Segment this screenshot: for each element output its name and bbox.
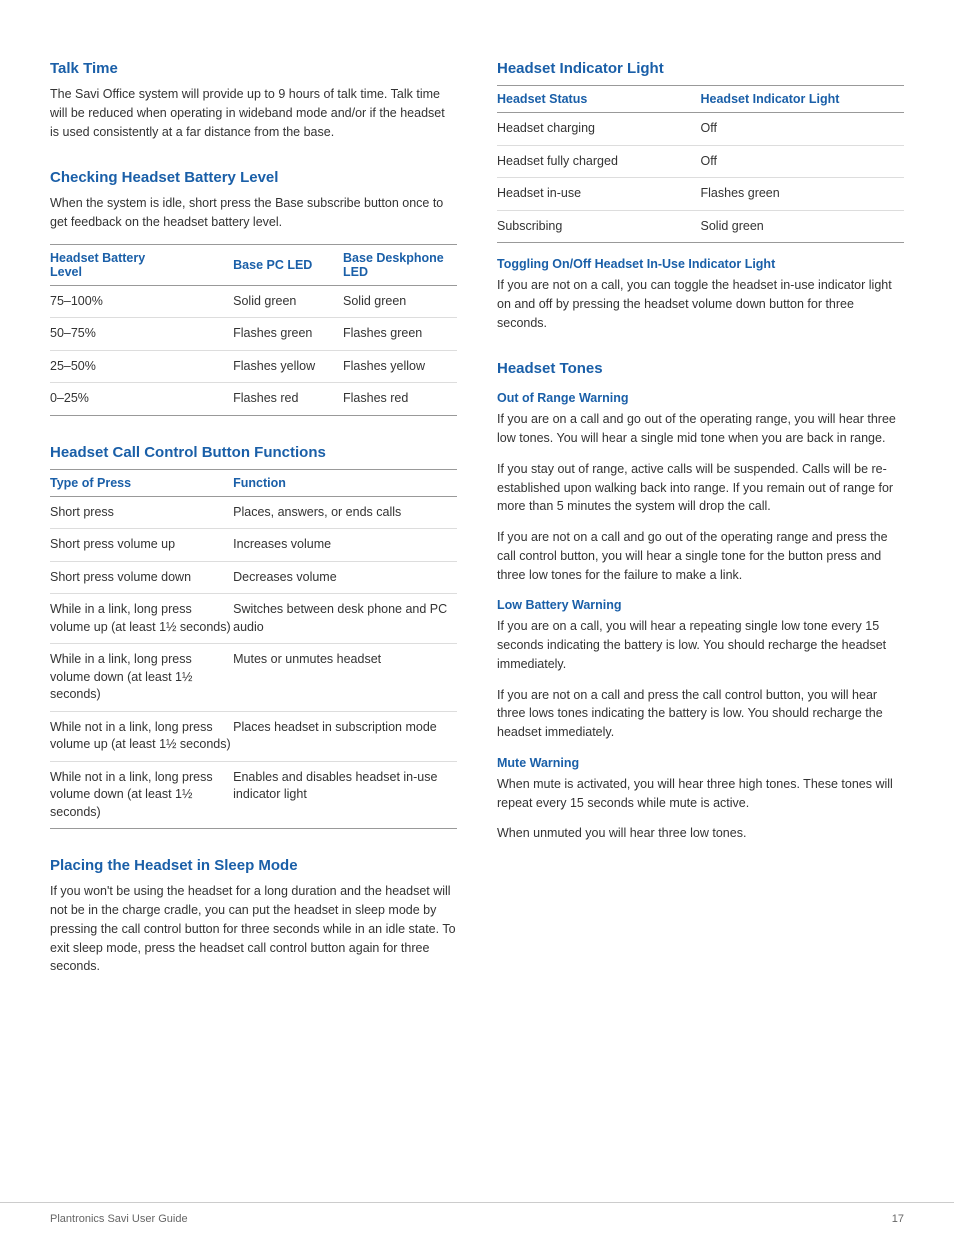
table-row: Short pressPlaces, answers, or ends call…	[50, 496, 457, 529]
table-row: SubscribingSolid green	[497, 210, 904, 243]
toggling-title: Toggling On/Off Headset In-Use Indicator…	[497, 257, 904, 271]
call-control-section: Headset Call Control Button Functions Ty…	[50, 444, 457, 830]
battery-level-title: Checking Headset Battery Level	[50, 169, 457, 186]
toggling-text: If you are not on a call, you can toggle…	[497, 276, 904, 332]
basedsk-col-header: Base DeskphoneLED	[343, 244, 457, 285]
table-row: 0–25%Flashes redFlashes red	[50, 383, 457, 416]
paragraph: If you are on a call and go out of the o…	[497, 410, 904, 448]
table-row: 50–75%Flashes greenFlashes green	[50, 318, 457, 351]
left-column: Talk Time The Savi Office system will pr…	[50, 60, 457, 1004]
paragraph: When mute is activated, you will hear th…	[497, 775, 904, 813]
battery-level-table: Headset BatteryLevel Base PC LED Base De…	[50, 244, 457, 416]
table-row: Headset chargingOff	[497, 113, 904, 146]
talk-time-text: The Savi Office system will provide up t…	[50, 85, 457, 141]
talk-time-title: Talk Time	[50, 60, 457, 77]
talk-time-section: Talk Time The Savi Office system will pr…	[50, 60, 457, 141]
headset-tones-title: Headset Tones	[497, 360, 904, 377]
battery-level-section: Checking Headset Battery Level When the …	[50, 169, 457, 416]
paragraph: If you are on a call, you will hear a re…	[497, 617, 904, 673]
low-battery-paragraphs: If you are on a call, you will hear a re…	[497, 617, 904, 742]
call-control-title: Headset Call Control Button Functions	[50, 444, 457, 461]
func-col-header: Function	[233, 469, 457, 496]
call-control-table: Type of Press Function Short pressPlaces…	[50, 469, 457, 830]
press-col-header: Type of Press	[50, 469, 233, 496]
paragraph: If you are not on a call and press the c…	[497, 686, 904, 742]
right-column: Headset Indicator Light Headset Status H…	[497, 60, 904, 1004]
sleep-mode-section: Placing the Headset in Sleep Mode If you…	[50, 857, 457, 976]
table-row: 75–100%Solid greenSolid green	[50, 285, 457, 318]
table-row: While in a link, long press volume down …	[50, 644, 457, 712]
paragraph: When unmuted you will hear three low ton…	[497, 824, 904, 843]
table-row: 25–50%Flashes yellowFlashes yellow	[50, 350, 457, 383]
mute-warning-title: Mute Warning	[497, 756, 904, 770]
low-battery-title: Low Battery Warning	[497, 598, 904, 612]
headset-indicator-table: Headset Status Headset Indicator Light H…	[497, 85, 904, 243]
basepc-col-header: Base PC LED	[233, 244, 343, 285]
table-row: While not in a link, long press volume u…	[50, 711, 457, 761]
light-col-header: Headset Indicator Light	[701, 86, 905, 113]
footer-right: 17	[892, 1213, 904, 1225]
battery-col-header: Headset BatteryLevel	[50, 244, 233, 285]
table-row: While not in a link, long press volume d…	[50, 761, 457, 829]
table-row: Headset in-useFlashes green	[497, 178, 904, 211]
headset-indicator-title: Headset Indicator Light	[497, 60, 904, 77]
sleep-mode-title: Placing the Headset in Sleep Mode	[50, 857, 457, 874]
paragraph: If you are not on a call and go out of t…	[497, 528, 904, 584]
out-of-range-paragraphs: If you are on a call and go out of the o…	[497, 410, 904, 584]
mute-warning-paragraphs: When mute is activated, you will hear th…	[497, 775, 904, 843]
headset-tones-section: Headset Tones Out of Range Warning If yo…	[497, 360, 904, 843]
out-of-range-title: Out of Range Warning	[497, 391, 904, 405]
table-row: Short press volume downDecreases volume	[50, 561, 457, 594]
table-row: Headset fully chargedOff	[497, 145, 904, 178]
table-row: While in a link, long press volume up (a…	[50, 594, 457, 644]
status-col-header: Headset Status	[497, 86, 701, 113]
battery-level-text: When the system is idle, short press the…	[50, 194, 457, 232]
table-row: Short press volume upIncreases volume	[50, 529, 457, 562]
headset-indicator-section: Headset Indicator Light Headset Status H…	[497, 60, 904, 332]
footer-left: Plantronics Savi User Guide	[50, 1213, 188, 1225]
paragraph: If you stay out of range, active calls w…	[497, 460, 904, 516]
sleep-mode-text: If you won't be using the headset for a …	[50, 882, 457, 976]
footer: Plantronics Savi User Guide 17	[0, 1202, 954, 1235]
